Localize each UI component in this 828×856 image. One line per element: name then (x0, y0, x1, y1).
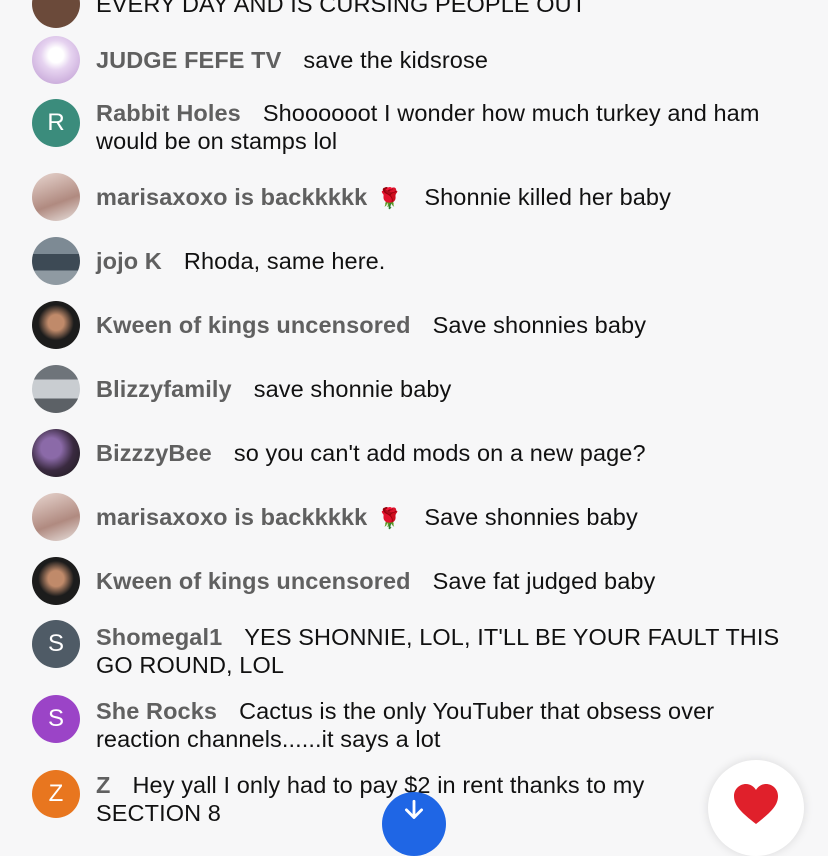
message-text: Kween of kings uncensored Save shonnies b… (96, 311, 796, 339)
message-body: so you can't add mods on a new page? (233, 440, 646, 466)
author-name[interactable]: marisaxoxo is backkkkk 🌹 (96, 184, 402, 210)
author-name[interactable]: Blizzyfamily (96, 376, 232, 402)
message-text: JUDGE FEFE TV save the kidsrose (96, 46, 796, 74)
avatar[interactable] (32, 365, 80, 413)
author-name[interactable]: marisaxoxo is backkkkk 🌹 (96, 504, 402, 530)
message-text: Shomegal1 YES SHONNIE, LOL, IT'LL BE YOUR… (96, 623, 796, 679)
message-text: EVERY DAY AND IS CURSING PEOPLE OUT (96, 0, 796, 18)
avatar[interactable]: R (32, 99, 80, 147)
avatar[interactable] (32, 237, 80, 285)
scroll-to-bottom-button[interactable] (382, 792, 446, 856)
arrow-down-icon (401, 798, 427, 831)
avatar[interactable] (32, 429, 80, 477)
author-name[interactable]: Z (96, 772, 110, 798)
author-name[interactable]: JUDGE FEFE TV (96, 47, 281, 73)
author-name[interactable]: Rabbit Holes (96, 100, 241, 126)
live-chat-list: EVERY DAY AND IS CURSING PEOPLE OUT JUDG… (0, 0, 828, 828)
avatar-letter: S (47, 630, 64, 657)
message-text: jojo K Rhoda, same here. (96, 247, 796, 275)
avatar[interactable] (32, 557, 80, 605)
message-text: Kween of kings uncensored Save fat judged… (96, 567, 796, 595)
message-body: save shonnie baby (253, 376, 452, 402)
message-body: Shonnie killed her baby (424, 184, 671, 210)
rose-icon: 🌹 (377, 508, 403, 530)
message-text: BizzzyBee so you can't add mods on a new … (96, 439, 796, 467)
avatar-letter: S (47, 705, 64, 732)
message-text: Blizzyfamily save shonnie baby (96, 375, 796, 403)
avatar[interactable] (32, 173, 80, 221)
avatar-letter: R (47, 109, 65, 136)
avatar[interactable] (32, 493, 80, 541)
message-body: Save fat judged baby (432, 568, 656, 594)
avatar[interactable]: S (32, 620, 80, 668)
heart-reaction-button[interactable] (708, 760, 804, 856)
avatar[interactable]: Z (32, 770, 80, 818)
message-body: Save shonnies baby (424, 504, 638, 530)
message-body: Rhoda, same here. (183, 248, 386, 274)
author-label: marisaxoxo is backkkkk (96, 184, 368, 210)
author-name[interactable]: Shomegal1 (96, 624, 222, 650)
message-text: marisaxoxo is backkkkk 🌹 Save shonnies bab… (96, 503, 796, 533)
message-body: save the kidsrose (303, 47, 488, 73)
message-text: She Rocks Cactus is the only YouTuber tha… (96, 697, 796, 753)
author-name[interactable]: Kween of kings uncensored (96, 568, 411, 594)
avatar[interactable] (32, 301, 80, 349)
avatar[interactable] (32, 36, 80, 84)
message-text: marisaxoxo is backkkkk 🌹 Shonnie killed he… (96, 183, 796, 213)
message-body: EVERY DAY AND IS CURSING PEOPLE OUT (96, 0, 587, 17)
avatar[interactable]: S (32, 695, 80, 743)
avatar-letter: Z (48, 780, 64, 807)
message-text: Rabbit Holes Shoooooot I wonder how much … (96, 99, 796, 155)
heart-icon (732, 782, 780, 831)
message-body: Hey yall I only had to pay $2 in rent th… (96, 772, 645, 826)
author-name[interactable]: Kween of kings uncensored (96, 312, 411, 338)
rose-icon: 🌹 (377, 188, 403, 210)
author-name[interactable]: jojo K (96, 248, 162, 274)
author-name[interactable]: She Rocks (96, 698, 217, 724)
avatar[interactable] (32, 0, 80, 28)
message-body: Save shonnies baby (432, 312, 647, 338)
author-label: marisaxoxo is backkkkk (96, 504, 368, 530)
author-name[interactable]: BizzzyBee (96, 440, 212, 466)
